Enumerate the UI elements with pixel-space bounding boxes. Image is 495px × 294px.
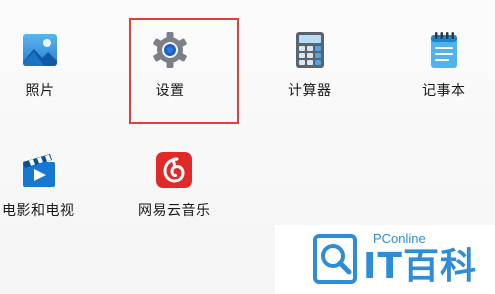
- app-tile-notepad[interactable]: 记事本: [422, 30, 466, 100]
- start-menu-app-grid: 照片 设置 计算器 记事本 电影和电视 网易云音乐 PConline IT百科: [0, 0, 495, 294]
- photos-icon: [23, 34, 57, 66]
- app-tile-calculator[interactable]: 计算器: [288, 30, 332, 100]
- app-label-photos: 照片: [25, 83, 55, 99]
- app-label-settings: 设置: [155, 83, 185, 99]
- magnifier-logo-icon: [313, 234, 357, 284]
- notepad-icon: [430, 32, 457, 68]
- app-label-notepad: 记事本: [422, 83, 466, 99]
- app-tile-photos[interactable]: 照片: [20, 30, 60, 100]
- app-label-movies-tv: 电影和电视: [2, 203, 75, 219]
- app-label-netease-music: 网易云音乐: [138, 203, 211, 219]
- app-tile-movies-tv[interactable]: 电影和电视: [2, 150, 75, 220]
- watermark: PConline IT百科: [275, 225, 495, 294]
- netease-music-icon: [156, 152, 193, 188]
- app-label-calculator: 计算器: [288, 83, 332, 99]
- watermark-brand: PConline: [373, 231, 426, 246]
- app-tile-netease-music[interactable]: 网易云音乐: [138, 150, 211, 220]
- calculator-icon: [295, 32, 324, 68]
- gear-icon: [153, 32, 187, 68]
- watermark-name: IT百科: [363, 246, 477, 287]
- app-tile-settings[interactable]: 设置: [150, 30, 190, 100]
- film-play-icon: [23, 154, 56, 187]
